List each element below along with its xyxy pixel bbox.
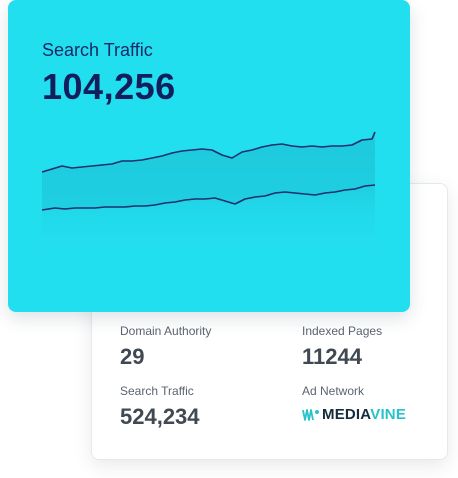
mediavine-wordmark: MEDIAVINE bbox=[322, 406, 407, 423]
domain-authority-stat: Domain Authority 29 bbox=[120, 324, 211, 370]
search-traffic-stat: Search Traffic 524,234 bbox=[120, 384, 200, 430]
search-traffic-label: Search Traffic bbox=[120, 384, 194, 398]
ad-network-label: Ad Network bbox=[302, 384, 365, 398]
traffic-chart bbox=[41, 131, 376, 258]
indexed-pages-value: 11244 bbox=[302, 344, 362, 369]
mediavine-mark-icon bbox=[302, 408, 319, 421]
indexed-pages-label: Indexed Pages bbox=[302, 324, 383, 338]
domain-authority-label: Domain Authority bbox=[120, 324, 212, 338]
domain-authority-value: 29 bbox=[120, 344, 145, 369]
ad-network-stat: Ad Network MEDIAVINE bbox=[302, 384, 406, 423]
search-traffic-value: 524,234 bbox=[120, 404, 200, 429]
search-traffic-card: Search Traffic 104,256 bbox=[8, 0, 410, 312]
indexed-pages-stat: Indexed Pages 11244 bbox=[302, 324, 382, 370]
mediavine-logo: MEDIAVINE bbox=[302, 406, 406, 423]
